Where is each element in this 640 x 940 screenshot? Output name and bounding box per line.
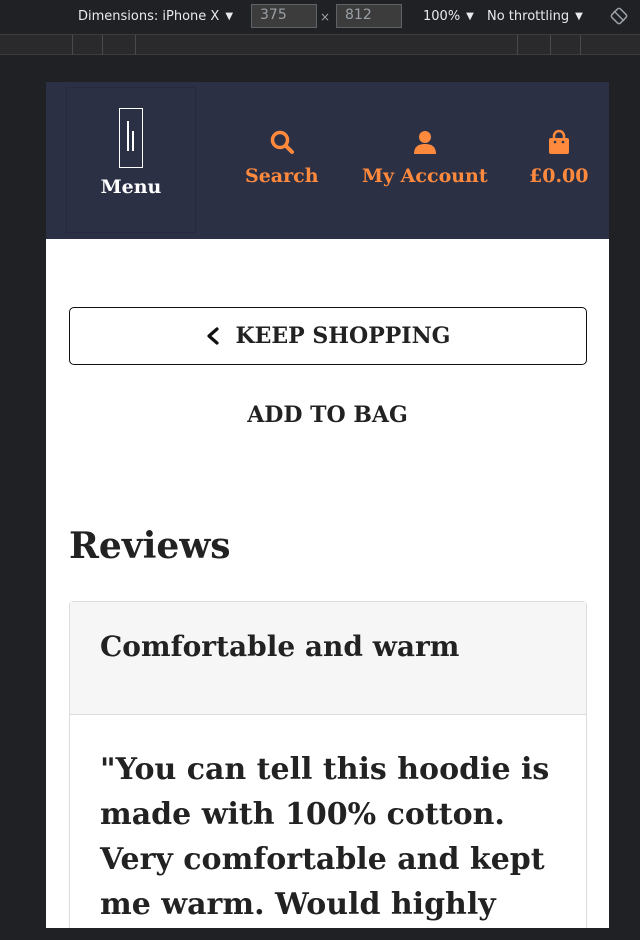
width-input[interactable]: 375 [251, 4, 317, 28]
bottom-bar [0, 928, 640, 940]
bag-button[interactable]: £0.00 [529, 129, 589, 187]
rotate-icon[interactable] [610, 7, 628, 25]
device-dropdown-label: Dimensions: iPhone X [78, 9, 220, 24]
keep-shopping-label: KEEP SHOPPING [235, 323, 451, 349]
search-icon [270, 130, 294, 154]
height-input[interactable]: 812 [336, 4, 402, 28]
my-account-button[interactable]: My Account [362, 129, 488, 187]
search-label: Search [245, 165, 319, 187]
add-to-bag-button[interactable]: ADD TO BAG [69, 402, 586, 428]
times-separator: × [320, 10, 331, 24]
review-card: Comfortable and warm "You can tell this … [69, 601, 587, 928]
menu-label: Menu [100, 176, 162, 198]
logo-icon [119, 108, 143, 168]
shopping-bag-icon [548, 129, 569, 154]
bag-total-label: £0.00 [529, 165, 589, 187]
device-viewport: Menu Search My Account £0.00 KEEP SHOPPI… [46, 82, 609, 928]
caret-down-icon: ▼ [466, 11, 474, 22]
reviews-heading: Reviews [69, 525, 231, 567]
chevron-left-icon [206, 327, 219, 345]
zoom-dropdown[interactable]: 100% ▼ [423, 9, 474, 24]
search-button[interactable]: Search [245, 129, 319, 187]
my-account-label: My Account [362, 165, 488, 187]
media-query-ruler [0, 35, 640, 55]
throttling-label: No throttling [487, 9, 570, 24]
devtools-toolbar: Dimensions: iPhone X ▼ 375 × 812 100% ▼ … [0, 0, 640, 35]
user-icon [413, 131, 436, 154]
throttling-dropdown[interactable]: No throttling ▼ [487, 9, 583, 24]
main-content: KEEP SHOPPING ADD TO BAG Reviews Comfort… [46, 239, 609, 928]
zoom-label: 100% [423, 9, 461, 24]
site-header: Menu Search My Account £0.00 [46, 82, 609, 239]
review-body: "You can tell this hoodie is made with 1… [100, 752, 550, 922]
device-dropdown[interactable]: Dimensions: iPhone X ▼ [78, 9, 233, 24]
menu-button[interactable]: Menu [66, 87, 196, 233]
caret-down-icon: ▼ [225, 11, 234, 22]
caret-down-icon: ▼ [575, 11, 583, 22]
review-title: Comfortable and warm [70, 602, 586, 715]
keep-shopping-button[interactable]: KEEP SHOPPING [69, 307, 587, 365]
